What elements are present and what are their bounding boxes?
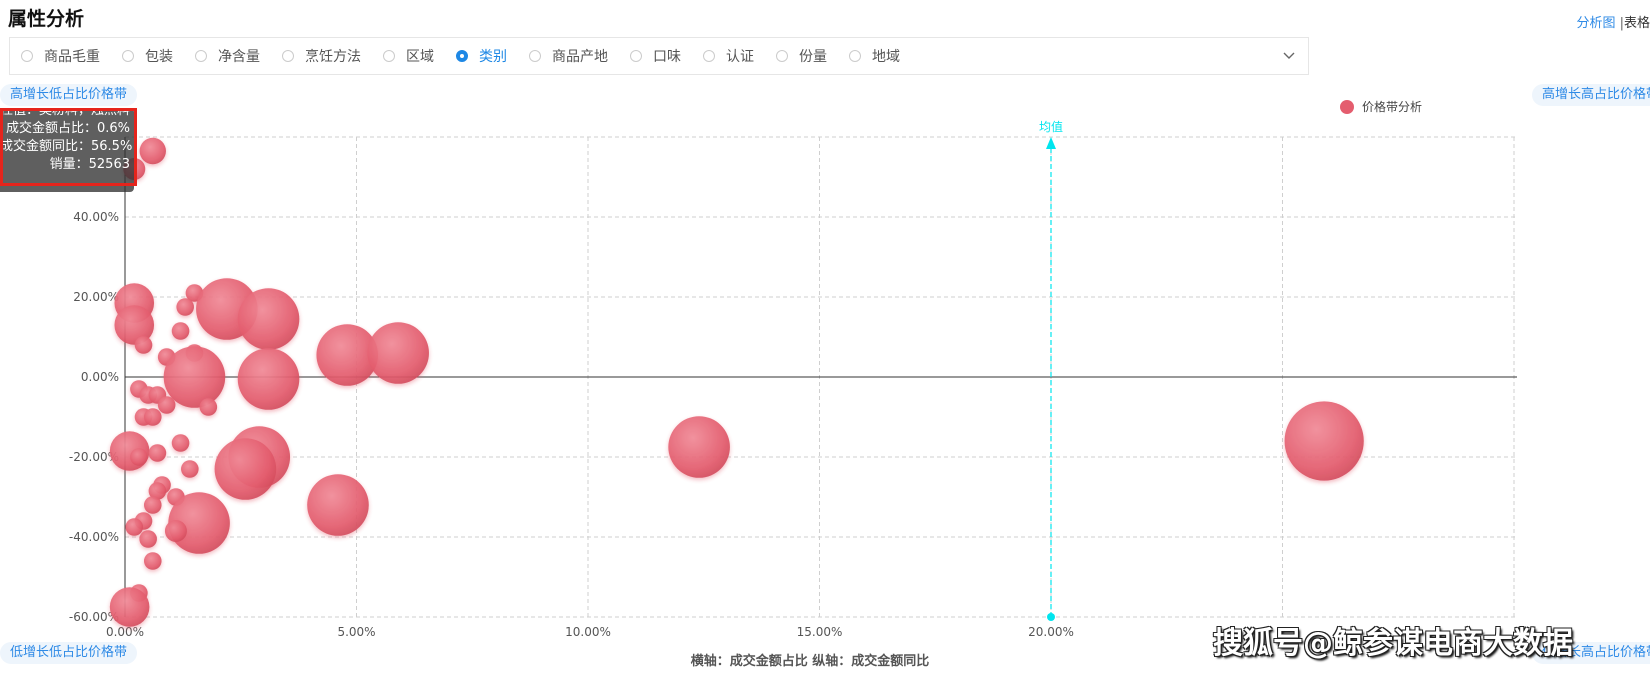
data-bubble[interactable] bbox=[143, 496, 162, 514]
data-bubble[interactable] bbox=[163, 346, 226, 408]
data-bubble[interactable] bbox=[237, 348, 300, 410]
data-bubble[interactable] bbox=[143, 408, 162, 426]
data-bubble[interactable] bbox=[125, 518, 144, 536]
data-bubble[interactable] bbox=[130, 448, 148, 466]
x-tick-label: 5.00% bbox=[337, 625, 375, 639]
data-bubble[interactable] bbox=[176, 298, 194, 316]
data-bubble[interactable] bbox=[157, 396, 176, 414]
tooltip-highlight-box bbox=[0, 108, 137, 186]
data-bubble[interactable] bbox=[171, 434, 190, 452]
x-tick-label: 20.00% bbox=[1028, 625, 1074, 639]
watermark: 搜狐号@鲸参谋电商大数据 bbox=[1213, 626, 1573, 661]
data-bubble[interactable] bbox=[139, 530, 157, 548]
y-tick-label: -40.00% bbox=[69, 530, 119, 544]
data-bubble[interactable] bbox=[181, 460, 199, 478]
data-bubble[interactable] bbox=[367, 322, 429, 384]
data-bubble[interactable] bbox=[307, 474, 369, 536]
data-bubble[interactable] bbox=[139, 137, 166, 165]
mean-line-label: 均值 bbox=[1039, 119, 1063, 134]
data-bubble[interactable] bbox=[199, 398, 218, 416]
scatter-chart: 40.00%20.00%0.00%-20.00%-40.00%-60.00%0.… bbox=[69, 119, 1517, 639]
y-tick-label: 0.00% bbox=[81, 370, 119, 384]
x-tick-label: 10.00% bbox=[565, 625, 611, 639]
y-tick-label: 20.00% bbox=[73, 290, 119, 304]
data-bubble[interactable] bbox=[109, 587, 150, 627]
data-bubble[interactable] bbox=[143, 552, 162, 570]
data-bubble[interactable] bbox=[237, 288, 300, 350]
data-bubble[interactable] bbox=[134, 336, 153, 354]
x-tick-label: 15.00% bbox=[797, 625, 843, 639]
data-bubble[interactable] bbox=[148, 444, 167, 462]
data-bubble[interactable] bbox=[668, 416, 730, 478]
y-tick-label: 40.00% bbox=[73, 210, 119, 224]
mean-line-anchor bbox=[1047, 613, 1055, 621]
data-bubble[interactable] bbox=[171, 322, 190, 340]
x-tick-label: 0.00% bbox=[106, 625, 144, 639]
data-bubble[interactable] bbox=[164, 520, 187, 542]
data-bubble[interactable] bbox=[1284, 401, 1364, 481]
mean-line-arrow-icon bbox=[1046, 137, 1056, 149]
data-bubble[interactable] bbox=[214, 438, 277, 500]
